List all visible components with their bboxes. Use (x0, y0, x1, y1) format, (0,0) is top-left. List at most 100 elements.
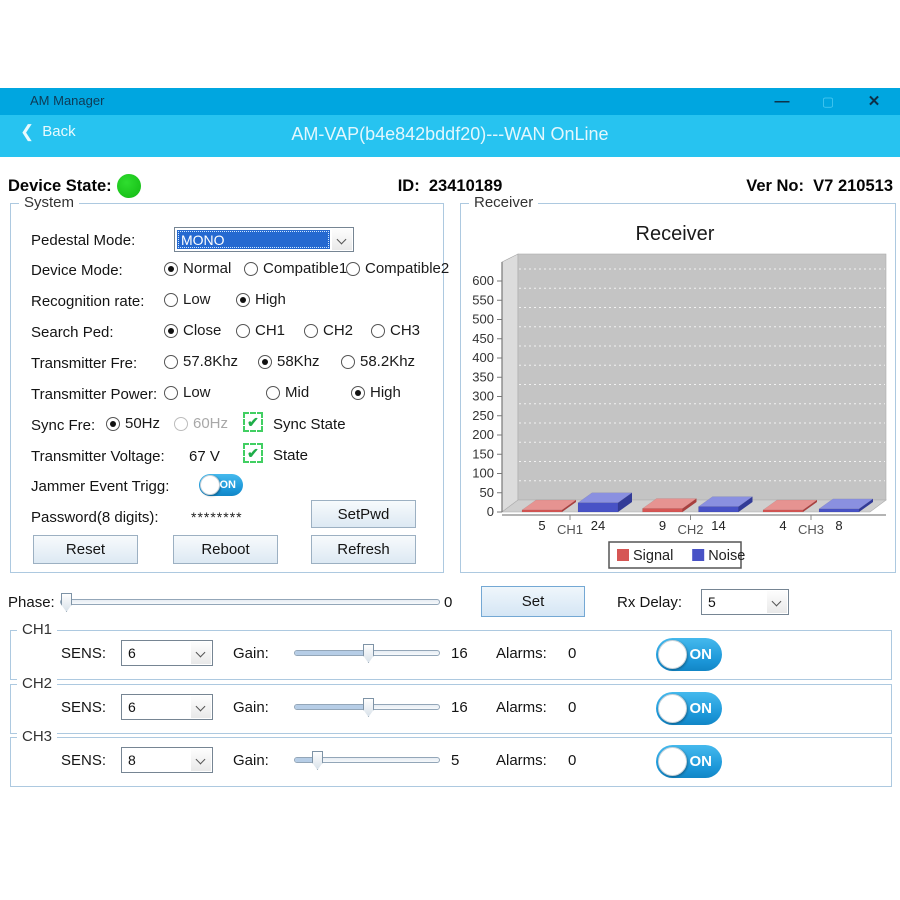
close-button[interactable]: ✕ (852, 88, 896, 115)
svg-text:CH1: CH1 (557, 522, 583, 537)
sync-fre-label: Sync Fre: (31, 417, 95, 434)
gain-label: Gain: (233, 752, 269, 769)
svg-text:Noise: Noise (708, 548, 745, 564)
svg-text:0: 0 (487, 504, 494, 519)
phase-slider[interactable] (60, 599, 440, 605)
sync-state-label: Sync State (273, 416, 346, 433)
radio-label: Close (183, 322, 221, 339)
chevron-down-icon[interactable] (332, 229, 352, 250)
svg-text:600: 600 (472, 273, 494, 288)
id-value: 23410189 (429, 177, 502, 195)
ch2-sens-dropdown[interactable]: 6 (121, 694, 213, 720)
chevron-down-icon[interactable] (767, 591, 787, 613)
radio-label: High (370, 384, 401, 401)
search-ped-label: Search Ped: (31, 324, 114, 341)
radio-label: Compatible2 (365, 260, 449, 277)
sens-value: 8 (128, 748, 188, 772)
phase-slider-thumb[interactable] (61, 593, 72, 612)
radio-recognition-low[interactable]: Low (164, 291, 211, 308)
ver-value: V7 210513 (813, 177, 893, 195)
transmitter-fre-label: Transmitter Fre: (31, 355, 137, 372)
svg-text:400: 400 (472, 350, 494, 365)
jammer-toggle[interactable]: ON (199, 474, 243, 496)
radio-label: 58Khz (277, 353, 320, 370)
ch3-sens-dropdown[interactable]: 8 (121, 747, 213, 773)
svg-text:50: 50 (480, 485, 494, 500)
pedestal-mode-dropdown[interactable]: MONO (174, 227, 354, 252)
set-button[interactable]: Set (481, 586, 585, 617)
svg-text:24: 24 (591, 518, 605, 533)
minimize-button[interactable]: — (760, 88, 804, 115)
radio-label: Compatible1 (263, 260, 347, 277)
check-icon: ✔ (247, 415, 259, 429)
radio-icon (164, 262, 178, 276)
gain-value: 5 (451, 752, 459, 769)
radio-recognition-high[interactable]: High (236, 291, 286, 308)
receiver-group: Receiver Receiver05010015020025030035040… (460, 203, 896, 573)
toggle-state-label: ON (220, 479, 237, 491)
radio-fre-57-8[interactable]: 57.8Khz (164, 353, 238, 370)
alarms-value: 0 (568, 699, 576, 716)
sens-label: SENS: (61, 645, 106, 662)
svg-text:8: 8 (835, 518, 842, 533)
toggle-state-label: ON (690, 753, 713, 770)
ch1-gain-slider-thumb[interactable] (363, 644, 374, 663)
svg-text:500: 500 (472, 312, 494, 327)
setpwd-button[interactable]: SetPwd (311, 500, 416, 528)
radio-device-mode-compatible2[interactable]: Compatible2 (346, 260, 449, 277)
radio-power-mid[interactable]: Mid (266, 384, 309, 401)
radio-fre-58[interactable]: 58Khz (258, 353, 320, 370)
refresh-button[interactable]: Refresh (311, 535, 416, 564)
radio-power-low[interactable]: Low (164, 384, 211, 401)
radio-icon (164, 386, 178, 400)
radio-icon (346, 262, 360, 276)
voltage-state-checkbox[interactable]: ✔ (243, 443, 263, 463)
ch1-toggle[interactable]: ON (656, 638, 722, 671)
toggle-knob (658, 747, 687, 776)
ch3-toggle[interactable]: ON (656, 745, 722, 778)
reset-button[interactable]: Reset (33, 535, 138, 564)
radio-power-high[interactable]: High (351, 384, 401, 401)
radio-search-ch1[interactable]: CH1 (236, 322, 285, 339)
transmitter-voltage-label: Transmitter Voltage: (31, 448, 165, 465)
radio-device-mode-compatible1[interactable]: Compatible1 (244, 260, 347, 277)
radio-label: 60Hz (193, 415, 228, 432)
rx-delay-label: Rx Delay: (617, 594, 682, 611)
radio-device-mode-normal[interactable]: Normal (164, 260, 231, 277)
radio-search-ch2[interactable]: CH2 (304, 322, 353, 339)
slider-fill (295, 651, 370, 655)
radio-search-ch3[interactable]: CH3 (371, 322, 420, 339)
radio-sync-50hz[interactable]: 50Hz (106, 415, 160, 432)
check-icon: ✔ (247, 446, 259, 460)
radio-label: 58.2Khz (360, 353, 415, 370)
ch2-gain-slider-thumb[interactable] (363, 698, 374, 717)
ch2-toggle[interactable]: ON (656, 692, 722, 725)
version: Ver No: V7 210513 (595, 177, 893, 196)
radio-icon (341, 355, 355, 369)
chevron-down-icon[interactable] (191, 749, 211, 771)
ch1-sens-dropdown[interactable]: 6 (121, 640, 213, 666)
ch3-gain-slider-thumb[interactable] (312, 751, 323, 770)
svg-text:550: 550 (472, 292, 494, 307)
radio-icon (164, 355, 178, 369)
radio-fre-58-2[interactable]: 58.2Khz (341, 353, 415, 370)
chevron-down-icon[interactable] (191, 696, 211, 718)
radio-search-close[interactable]: Close (164, 322, 221, 339)
maximize-button[interactable]: ▢ (806, 88, 850, 115)
radio-label: 50Hz (125, 415, 160, 432)
alarms-value: 0 (568, 752, 576, 769)
chevron-down-icon[interactable] (191, 642, 211, 664)
sync-state-checkbox[interactable]: ✔ (243, 412, 263, 432)
rx-delay-dropdown[interactable]: 5 (701, 589, 789, 615)
password-value: ******** (191, 509, 243, 525)
svg-text:5: 5 (538, 518, 545, 533)
system-group-label: System (19, 194, 79, 211)
sens-label: SENS: (61, 699, 106, 716)
ch2-group-label: CH2 (17, 675, 57, 692)
svg-text:14: 14 (711, 518, 725, 533)
reboot-button[interactable]: Reboot (173, 535, 278, 564)
svg-text:Receiver: Receiver (636, 223, 715, 245)
transmitter-voltage-value: 67 V (189, 448, 220, 465)
sens-value: 6 (128, 641, 188, 665)
radio-sync-60hz[interactable]: 60Hz (174, 415, 228, 432)
